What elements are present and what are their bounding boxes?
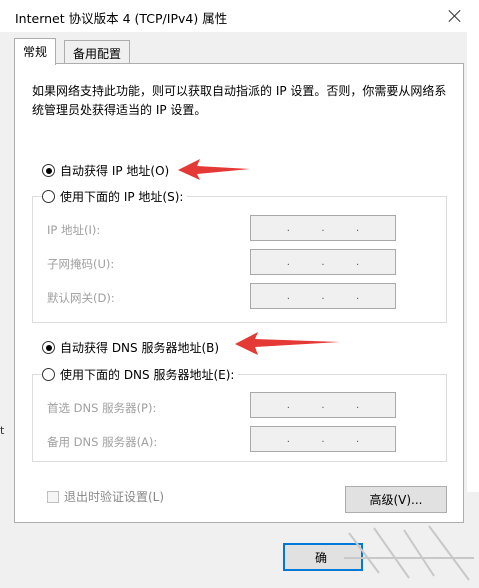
description-text: 如果网络支持此功能，则可以获取自动指派的 IP 设置。否则，你需要从网络系统管理… <box>32 84 447 117</box>
ip-address-input[interactable]: ... <box>250 215 396 241</box>
manual-dns-option[interactable]: 使用下面的 DNS 服务器地址(E): <box>42 366 239 383</box>
auto-ip-option[interactable]: 自动获得 IP 地址(O) <box>42 162 169 179</box>
tab-alternate-config[interactable]: 备用配置 <box>64 40 131 64</box>
alternate-dns-label: 备用 DNS 服务器(A): <box>47 435 158 449</box>
manual-ip-option[interactable]: 使用下面的 IP 地址(S): <box>42 188 188 205</box>
auto-dns-radio[interactable] <box>42 341 55 354</box>
window-edge <box>467 32 479 492</box>
validate-on-exit-checkbox[interactable] <box>47 490 59 503</box>
manual-ip-radio[interactable] <box>42 190 55 203</box>
tab-general[interactable]: 常规 <box>14 38 57 65</box>
window-title: Internet 协议版本 4 (TCP/IPv4) 属性 <box>15 11 228 26</box>
close-icon[interactable] <box>445 6 465 26</box>
background-fragment-text: t <box>0 424 5 437</box>
auto-dns-label: 自动获得 DNS 服务器地址(B) <box>60 341 220 355</box>
watermark-logo <box>344 525 474 581</box>
preferred-dns-input[interactable]: ... <box>250 392 396 418</box>
manual-dns-label: 使用下面的 DNS 服务器地址(E): <box>60 368 235 382</box>
default-gateway-input[interactable]: ... <box>250 283 396 309</box>
preferred-dns-label: 首选 DNS 服务器(P): <box>47 401 157 415</box>
manual-dns-radio[interactable] <box>42 368 55 381</box>
auto-dns-option[interactable]: 自动获得 DNS 服务器地址(B) <box>42 339 219 356</box>
manual-ip-label: 使用下面的 IP 地址(S): <box>60 190 184 204</box>
alternate-dns-input[interactable]: ... <box>250 426 396 452</box>
subnet-mask-input[interactable]: ... <box>250 249 396 275</box>
ipv4-properties-dialog: Internet 协议版本 4 (TCP/IPv4) 属性 常规 备用配置 如果… <box>0 0 479 588</box>
auto-ip-radio[interactable] <box>42 164 55 177</box>
validate-on-exit-label: 退出时验证设置(L) <box>64 490 165 504</box>
ip-address-label: IP 地址(I): <box>47 223 101 237</box>
title-bar: Internet 协议版本 4 (TCP/IPv4) 属性 <box>0 0 479 32</box>
general-panel: 如果网络支持此功能，则可以获取自动指派的 IP 设置。否则，你需要从网络系统管理… <box>14 63 464 523</box>
subnet-mask-label: 子网掩码(U): <box>47 257 115 271</box>
advanced-button[interactable]: 高级(V)... <box>345 486 447 513</box>
auto-ip-label: 自动获得 IP 地址(O) <box>60 164 170 178</box>
default-gateway-label: 默认网关(D): <box>47 291 115 305</box>
validate-on-exit-option[interactable]: 退出时验证设置(L) <box>47 488 164 505</box>
